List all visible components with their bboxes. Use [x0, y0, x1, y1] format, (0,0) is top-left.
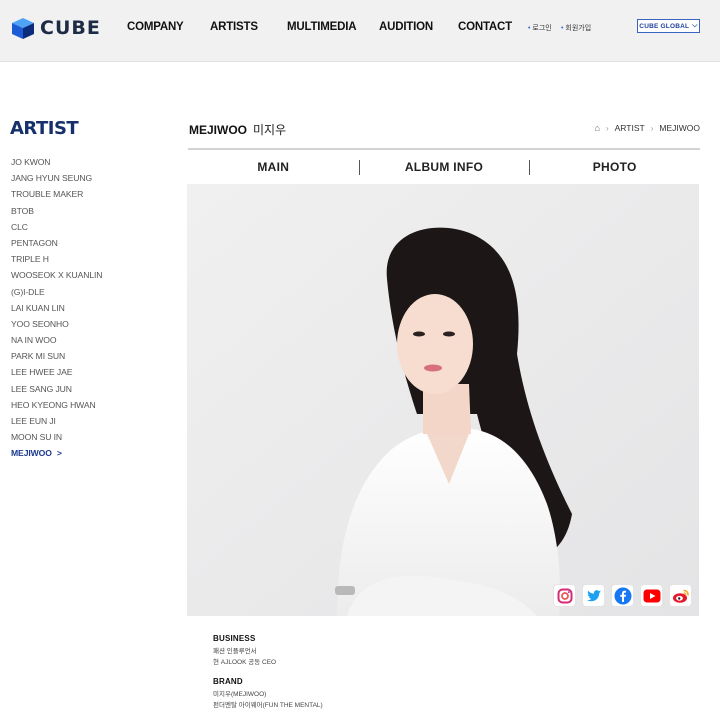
sidebar-item[interactable]: LEE HWEE JAE — [11, 367, 102, 383]
twitter-icon[interactable] — [582, 584, 605, 607]
nav-company[interactable]: COMPANY — [127, 21, 184, 33]
sidebar-item[interactable]: TRIPLE H — [11, 254, 102, 270]
sidebar-item[interactable]: PENTAGON — [11, 238, 102, 254]
artist-list: JO KWON JANG HYUN SEUNG TROUBLE MAKER BT… — [11, 157, 103, 465]
sidebar-item-active[interactable]: MEJIWOO > — [11, 448, 102, 464]
sidebar-item[interactable]: LEE SANG JUN — [11, 384, 102, 400]
artist-title: MEJIWOO 미지우 — [189, 121, 286, 138]
home-icon[interactable]: ⌂ — [595, 123, 600, 133]
global-select[interactable]: CUBE GLOBAL ⌵ — [637, 19, 700, 33]
logo-text: CUBE — [40, 17, 101, 39]
sidebar-item[interactable]: BTOB — [11, 206, 102, 222]
cube-logo[interactable]: CUBE — [10, 14, 101, 42]
brand-section: BRAND 미지우(MEJIWOO) 펀더멘탈 아이웨어(FUN THE MEN… — [213, 677, 323, 711]
artist-tabs: MAIN ALBUM INFO PHOTO — [188, 148, 700, 184]
sidebar-item[interactable]: JANG HYUN SEUNG — [11, 173, 102, 189]
sidebar-item[interactable]: PARK MI SUN — [11, 351, 102, 367]
chevron-right-icon: › — [650, 123, 654, 133]
nav-contact[interactable]: CONTACT — [458, 21, 512, 33]
instagram-icon[interactable] — [553, 584, 576, 607]
artist-portrait-image — [187, 184, 699, 616]
login-link[interactable]: • 로그인 — [528, 23, 552, 33]
chevron-down-icon: ⌵ — [692, 22, 698, 29]
weibo-icon[interactable] — [669, 584, 692, 607]
nav-multimedia[interactable]: MULTIMEDIA — [287, 21, 357, 33]
breadcrumb: ⌂ › ARTIST › MEJIWOO — [595, 123, 700, 133]
global-label: CUBE GLOBAL — [639, 22, 690, 30]
brand-line: 펀더멘탈 아이웨어(FUN THE MENTAL) — [213, 702, 323, 709]
sidebar-item[interactable]: WOOSEOK X KUANLIN — [11, 270, 103, 286]
sidebar-item[interactable]: CLC — [11, 222, 102, 238]
nav-audition[interactable]: AUDITION — [379, 21, 433, 33]
facebook-icon[interactable] — [611, 584, 634, 607]
brand-title: BRAND — [213, 677, 243, 686]
business-line: 패션 인플루언서 — [213, 648, 257, 655]
breadcrumb-artist[interactable]: ARTIST — [615, 123, 645, 133]
tab-photo[interactable]: PHOTO — [529, 150, 700, 184]
youtube-icon[interactable] — [640, 584, 663, 607]
cube-logo-icon — [12, 18, 34, 39]
site-header: CUBE COMPANY ARTISTS MULTIMEDIA AUDITION… — [0, 0, 720, 62]
sidebar-item[interactable]: JO KWON — [11, 157, 102, 173]
chevron-right-icon: › — [605, 123, 609, 133]
breadcrumb-current: MEJIWOO — [659, 123, 700, 133]
tab-main[interactable]: MAIN — [188, 150, 359, 184]
sidebar-item[interactable]: YOO SEONHO — [11, 319, 102, 335]
sidebar-item[interactable]: NA IN WOO — [11, 335, 102, 351]
sidebar-item[interactable]: LEE EUN JI — [11, 416, 102, 432]
sidebar-item[interactable]: TROUBLE MAKER — [11, 189, 102, 205]
sidebar-item[interactable]: (G)I-DLE — [11, 287, 102, 303]
business-line: 현 AJLOOK 공동 CEO — [213, 659, 277, 666]
sidebar-item-label: MEJIWOO — [11, 448, 52, 459]
artist-info: BUSINESS 패션 인플루언서 현 AJLOOK 공동 CEO BRAND … — [213, 634, 323, 720]
sidebar-item[interactable]: HEO KYEONG HWAN — [11, 400, 102, 416]
brand-line: 미지우(MEJIWOO) — [213, 691, 267, 698]
sidebar-title: ARTIST — [10, 118, 79, 139]
business-title: BUSINESS — [213, 634, 256, 643]
artist-name-en: MEJIWOO — [189, 123, 248, 137]
signup-link[interactable]: • 회원가입 — [561, 23, 591, 33]
sidebar-item[interactable]: MOON SU IN — [11, 432, 102, 448]
artist-photo — [187, 184, 699, 616]
business-section: BUSINESS 패션 인플루언서 현 AJLOOK 공동 CEO — [213, 634, 323, 668]
tab-album-info[interactable]: ALBUM INFO — [358, 150, 530, 184]
nav-artists[interactable]: ARTISTS — [210, 21, 258, 33]
signup-label: 회원가입 — [565, 25, 592, 32]
active-arrow-icon: > — [56, 448, 62, 459]
artist-name-ko: 미지우 — [253, 123, 287, 137]
sidebar-item[interactable]: LAI KUAN LIN — [11, 303, 102, 319]
login-label: 로그인 — [532, 25, 552, 32]
